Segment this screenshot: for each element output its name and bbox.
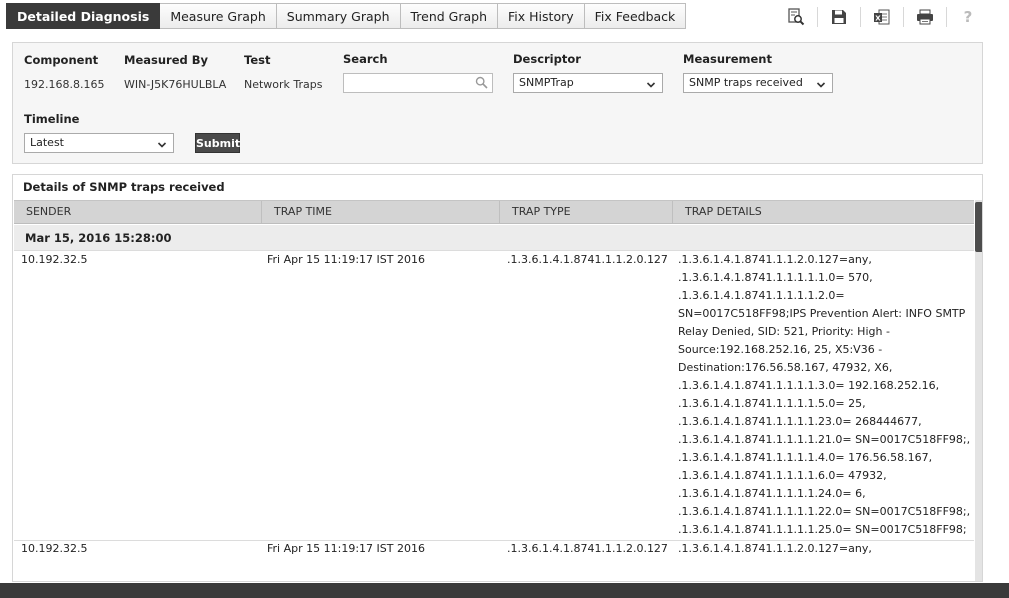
tab-measure-graph[interactable]: Measure Graph bbox=[160, 3, 277, 29]
trap-details-cell: .1.3.6.1.4.1.8741.1.1.2.0.127=any, .1.3.… bbox=[678, 251, 970, 539]
trap-detail-line: .1.3.6.1.4.1.8741.1.1.1.1.23.0= 26844467… bbox=[678, 415, 922, 428]
measured-by-value: WIN-J5K76HULBLA bbox=[124, 78, 227, 91]
search-label: Search bbox=[343, 52, 388, 66]
trap-detail-line: .1.3.6.1.4.1.8741.1.1.1.1.5.0= 25, bbox=[678, 397, 866, 410]
group-label: Mar 15, 2016 15:28:00 bbox=[25, 231, 172, 245]
sender-cell: 10.192.32.5 bbox=[21, 253, 88, 266]
timeline-label: Timeline bbox=[24, 112, 80, 126]
submit-button[interactable]: Submit bbox=[195, 133, 240, 153]
trap-detail-line: .1.3.6.1.4.1.8741.1.1.1.1.22.0= SN=0017C… bbox=[678, 505, 971, 518]
tab-trend-graph[interactable]: Trend Graph bbox=[400, 3, 499, 29]
trap-time-cell: Fri Apr 15 11:19:17 IST 2016 bbox=[267, 253, 425, 266]
trap-detail-line: .1.3.6.1.4.1.8741.1.1.1.1.24.0= 6, bbox=[678, 487, 866, 500]
trap-detail-line: .1.3.6.1.4.1.8741.1.1.1.1.6.0= 47932, bbox=[678, 469, 887, 482]
tab-fix-history[interactable]: Fix History bbox=[498, 3, 585, 29]
trap-details-cell: .1.3.6.1.4.1.8741.1.1.2.0.127=any, bbox=[678, 540, 872, 558]
descriptor-value: SNMPTrap bbox=[519, 76, 574, 89]
chevron-down-icon bbox=[816, 78, 826, 96]
toolbar-icons: X ? bbox=[785, 6, 979, 28]
tab-detailed-diagnosis[interactable]: Detailed Diagnosis bbox=[6, 3, 161, 29]
search-icon[interactable] bbox=[475, 76, 488, 92]
bottom-bar bbox=[0, 583, 1009, 598]
trap-detail-line: Relay Denied, SID: 521, Priority: High - bbox=[678, 325, 890, 338]
descriptor-select[interactable]: SNMPTrap bbox=[513, 73, 663, 93]
test-label: Test bbox=[244, 53, 271, 67]
excel-export-icon[interactable]: X bbox=[871, 6, 893, 28]
tab-fix-feedback[interactable]: Fix Feedback bbox=[584, 3, 687, 29]
descriptor-label: Descriptor bbox=[513, 52, 581, 66]
trap-detail-line: .1.3.6.1.4.1.8741.1.1.2.0.127=any, bbox=[678, 542, 872, 555]
trap-detail-line: Destination:176.56.58.167, 47932, X6, bbox=[678, 361, 893, 374]
timeline-value: Latest bbox=[30, 136, 64, 149]
trap-detail-line: .1.3.6.1.4.1.8741.1.1.2.0.127=any, bbox=[678, 253, 872, 266]
search-field[interactable] bbox=[344, 74, 472, 92]
sender-cell: 10.192.32.5 bbox=[21, 542, 88, 555]
measurement-value: SNMP traps received bbox=[689, 76, 803, 89]
details-title: Details of SNMP traps received bbox=[23, 180, 225, 194]
scrollbar-thumb[interactable] bbox=[975, 202, 982, 252]
chevron-down-icon bbox=[157, 138, 167, 156]
trap-detail-line: SN=0017C518FF98;IPS Prevention Alert: IN… bbox=[678, 307, 966, 320]
measurement-select[interactable]: SNMP traps received bbox=[683, 73, 833, 93]
trap-detail-line: .1.3.6.1.4.1.8741.1.1.1.1.2.0= bbox=[678, 289, 845, 302]
trap-type-cell: .1.3.6.1.4.1.8741.1.1.2.0.127 bbox=[507, 253, 668, 266]
trap-detail-line: Source:192.168.252.16, 25, X5:V36 - bbox=[678, 343, 883, 356]
tab-bar: Detailed Diagnosis Measure Graph Summary… bbox=[0, 0, 1009, 36]
toolbar-divider bbox=[903, 7, 904, 27]
trap-detail-line: .1.3.6.1.4.1.8741.1.1.1.1.3.0= 192.168.2… bbox=[678, 379, 940, 392]
tab-summary-graph[interactable]: Summary Graph bbox=[276, 3, 401, 29]
column-header-trap-details[interactable]: TRAP DETAILS bbox=[673, 201, 974, 223]
column-header-trap-time[interactable]: TRAP TIME bbox=[262, 201, 500, 223]
timeline-select[interactable]: Latest bbox=[24, 133, 174, 153]
details-panel: Details of SNMP traps received SENDER TR… bbox=[12, 174, 983, 582]
trap-detail-line: .1.3.6.1.4.1.8741.1.1.1.1.25.0= SN=0017C… bbox=[678, 523, 967, 536]
toolbar-divider bbox=[860, 7, 861, 27]
measured-by-label: Measured By bbox=[124, 53, 209, 67]
print-icon[interactable] bbox=[914, 6, 936, 28]
search-doc-icon[interactable] bbox=[785, 6, 807, 28]
chevron-down-icon bbox=[646, 78, 656, 96]
trap-time-cell: Fri Apr 15 11:19:17 IST 2016 bbox=[267, 542, 425, 555]
tab-list: Detailed Diagnosis Measure Graph Summary… bbox=[6, 3, 687, 29]
column-header-trap-type[interactable]: TRAP TYPE bbox=[500, 201, 673, 223]
measurement-label: Measurement bbox=[683, 52, 772, 66]
component-label: Component bbox=[24, 53, 99, 67]
filter-panel: Component 192.168.8.165 Measured By WIN-… bbox=[12, 42, 983, 164]
trap-detail-line: .1.3.6.1.4.1.8741.1.1.1.1.4.0= 176.56.58… bbox=[678, 451, 933, 464]
vertical-scrollbar[interactable] bbox=[975, 200, 982, 581]
help-icon[interactable]: ? bbox=[957, 6, 979, 28]
table-header: SENDER TRAP TIME TRAP TYPE TRAP DETAILS bbox=[14, 200, 974, 224]
svg-text:X: X bbox=[875, 15, 881, 23]
test-value: Network Traps bbox=[244, 78, 323, 91]
trap-detail-line: .1.3.6.1.4.1.8741.1.1.1.1.1.0= 570, bbox=[678, 271, 873, 284]
trap-type-cell: .1.3.6.1.4.1.8741.1.1.2.0.127 bbox=[507, 542, 668, 555]
trap-detail-line: .1.3.6.1.4.1.8741.1.1.1.1.21.0= SN=0017C… bbox=[678, 433, 971, 446]
column-header-sender[interactable]: SENDER bbox=[14, 201, 262, 223]
table-row: 10.192.32.5 Fri Apr 15 11:19:17 IST 2016… bbox=[14, 540, 974, 580]
save-icon[interactable] bbox=[828, 6, 850, 28]
search-input[interactable] bbox=[343, 73, 493, 93]
toolbar-divider bbox=[817, 7, 818, 27]
component-value: 192.168.8.165 bbox=[24, 78, 105, 91]
table-row: 10.192.32.5 Fri Apr 15 11:19:17 IST 2016… bbox=[14, 251, 974, 539]
toolbar-divider bbox=[946, 7, 947, 27]
group-row: Mar 15, 2016 15:28:00 bbox=[14, 225, 974, 251]
